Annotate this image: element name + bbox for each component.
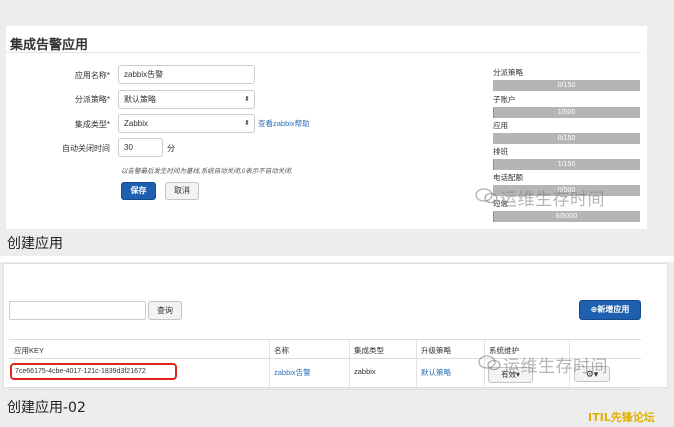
stat-label: 应用 <box>493 121 508 130</box>
app-name-label: 应用名称* <box>74 71 110 80</box>
integration-select-value: Zabbix <box>124 119 149 128</box>
stat-value: 0/150 <box>557 135 576 142</box>
minute-unit: 分 <box>167 144 175 153</box>
column-header: 名称 <box>274 346 289 355</box>
column-header: 集成类型 <box>354 346 384 355</box>
save-button[interactable]: 保存 <box>121 182 156 200</box>
app-list-panel <box>0 262 674 427</box>
dispatch-select-value: 默认策略 <box>124 95 156 104</box>
integration-type: zabbix <box>354 367 376 376</box>
caption: 创建应用-02 <box>7 400 86 416</box>
app-name-input[interactable]: zabbix告警 <box>118 65 255 84</box>
stat-label: 排班 <box>493 147 508 156</box>
stat-value: 1/500 <box>557 109 576 116</box>
stat-bar: 6/5000 <box>493 211 640 222</box>
stat-bar: 0/150 <box>493 80 640 91</box>
select-arrows-icon: ⬍ <box>244 120 250 127</box>
integration-label: 集成类型* <box>74 120 110 129</box>
add-app-button[interactable]: ⊕新增应用 <box>579 300 641 320</box>
app-key: 7ce66175-4cbe-4017-121c-1839d3f21672 <box>15 368 146 375</box>
watermark-text: 运维生存时间 <box>503 357 608 377</box>
integration-select[interactable]: Zabbix ⬍ <box>118 114 255 133</box>
zabbix-help-link[interactable]: 查看zabbix帮助 <box>258 118 310 129</box>
column-divider <box>269 339 270 389</box>
stat-label: 分派策略 <box>493 68 523 77</box>
column-divider <box>416 339 417 389</box>
stat-value: 0/150 <box>557 82 576 89</box>
wechat-icon <box>478 355 501 371</box>
cancel-button[interactable]: 取消 <box>165 182 199 200</box>
dispatch-select[interactable]: 默认策略 ⬍ <box>118 90 255 109</box>
policy-link[interactable]: 默认策略 <box>421 367 451 378</box>
auto-close-input[interactable]: 30 <box>118 138 163 157</box>
auto-close-label: 自动关闭时间 <box>62 144 110 153</box>
caption: 创建应用 <box>7 236 63 252</box>
column-divider <box>349 339 350 389</box>
table-top-border <box>9 339 641 340</box>
wechat-icon <box>475 188 498 204</box>
stat-bar: 1/150 <box>493 159 640 170</box>
page-title: 集成告警应用 <box>10 37 89 52</box>
watermark-text: 运维生存时间 <box>500 190 605 210</box>
dispatch-label: 分派策略* <box>74 95 110 104</box>
column-header: 应用KEY <box>14 346 45 355</box>
search-input[interactable] <box>9 301 146 320</box>
add-app-label: 新增应用 <box>597 305 630 314</box>
select-arrows-icon: ⬍ <box>244 96 250 103</box>
stat-label: 电话配额 <box>493 173 523 182</box>
stat-value: 1/150 <box>557 161 576 168</box>
stat-value: 6/5000 <box>555 213 578 220</box>
table-bottom-border <box>9 389 641 390</box>
stat-label: 子账户 <box>493 95 516 104</box>
column-header: 升级策略 <box>421 346 451 355</box>
search-button[interactable]: 查询 <box>148 301 182 320</box>
title-divider <box>6 52 641 53</box>
app-name-link[interactable]: zabbix告警 <box>274 367 311 378</box>
auto-close-hint: 以告警最后发生时间为基线,系统自动关闭,0表示不自动关闭. <box>121 168 293 175</box>
stat-bar: 0/150 <box>493 133 640 144</box>
stat-bar: 1/500 <box>493 107 640 118</box>
brand-logo: ITIL先锋论坛 <box>588 411 655 424</box>
